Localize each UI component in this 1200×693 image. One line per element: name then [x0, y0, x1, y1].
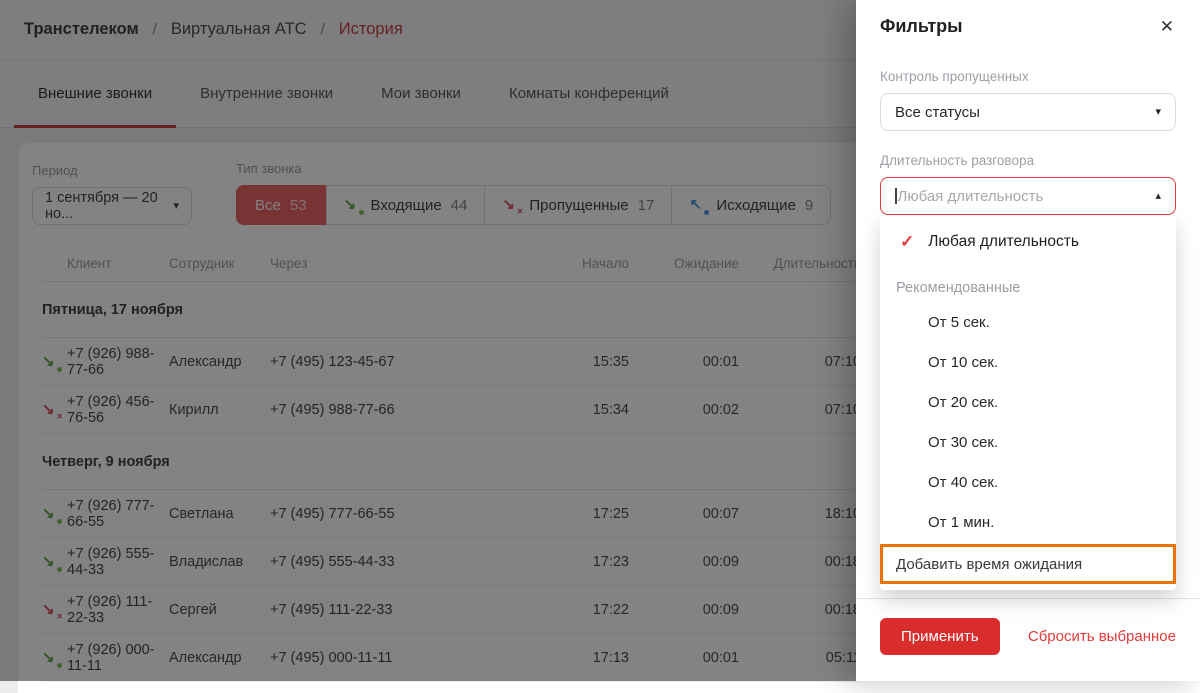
duration-option[interactable]: От 40 сек. [880, 462, 1176, 502]
add-wait-time-option[interactable]: Добавить время ожидания [880, 544, 1176, 584]
missed-control-label: Контроль пропущенных [880, 69, 1176, 84]
duration-option[interactable]: От 20 сек. [880, 382, 1176, 422]
chevron-up-icon: ▴ [1155, 191, 1161, 202]
duration-option[interactable]: От 1 мин. [880, 502, 1176, 542]
duration-placeholder: Любая длительность [895, 188, 1043, 205]
duration-option[interactable]: От 5 сек. [880, 302, 1176, 342]
duration-option-any[interactable]: ✓ Любая длительность [880, 222, 1176, 262]
panel-footer: Применить Сбросить выбранное [856, 598, 1200, 681]
duration-combobox[interactable]: Любая длительность ▴ [880, 177, 1176, 215]
panel-title: Фильтры [880, 16, 963, 37]
dropdown-section-label: Рекомендованные [880, 262, 1176, 302]
duration-option[interactable]: От 30 сек. [880, 422, 1176, 462]
close-icon[interactable]: ✕ [1158, 16, 1176, 37]
duration-option[interactable]: От 10 сек. [880, 342, 1176, 382]
apply-button[interactable]: Применить [880, 618, 1000, 655]
missed-control-value: Все статусы [895, 104, 980, 121]
chevron-down-icon: ▾ [1155, 107, 1161, 118]
reset-selected-link[interactable]: Сбросить выбранное [1028, 628, 1176, 645]
text-cursor [895, 188, 897, 204]
duration-label: Длительность разговора [880, 153, 1176, 168]
check-icon: ✓ [900, 232, 914, 252]
missed-control-select[interactable]: Все статусы ▾ [880, 93, 1176, 131]
filters-panel: Фильтры ✕ Контроль пропущенных Все стату… [856, 0, 1200, 681]
duration-option-label: Любая длительность [928, 233, 1079, 251]
duration-dropdown: ✓ Любая длительность Рекомендованные От … [880, 216, 1176, 590]
